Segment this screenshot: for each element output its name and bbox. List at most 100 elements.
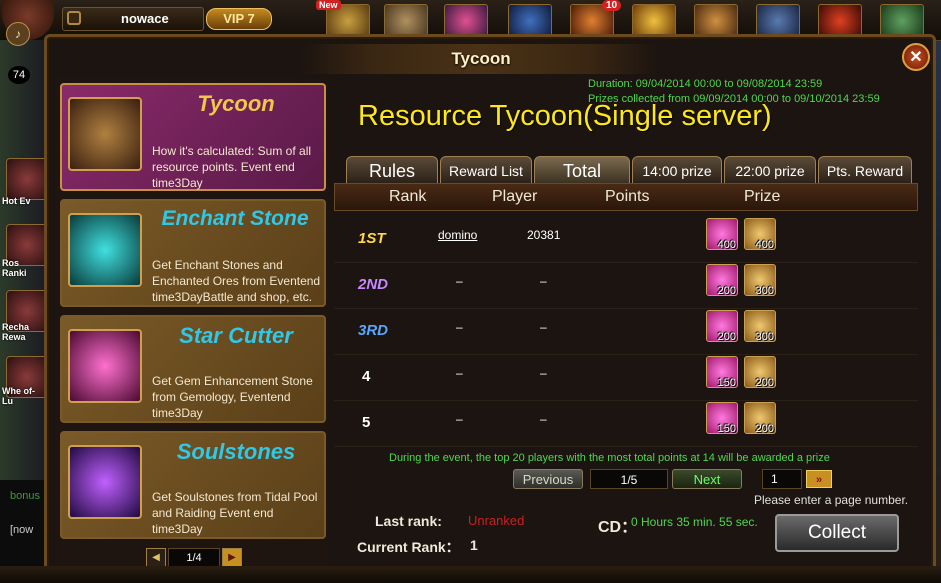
sidebar-item-label: Ros Ranki — [2, 258, 27, 278]
gems-icon[interactable] — [444, 4, 488, 38]
star-prize-icon[interactable]: 400 — [706, 218, 738, 251]
player-header: Player — [492, 188, 538, 205]
next-button[interactable]: Next — [672, 469, 742, 489]
points-cell: – — [540, 366, 547, 380]
page-hint: Please enter a page number. — [754, 493, 909, 507]
prize-quantity: 200 — [755, 377, 774, 389]
tab-rules[interactable]: Rules — [346, 156, 438, 184]
hero-icon[interactable] — [694, 4, 738, 38]
rank-header: Rank — [389, 188, 427, 205]
current-rank-value: 1 — [470, 537, 478, 553]
star-prize-icon[interactable]: 200 — [706, 310, 738, 343]
menu-square-icon[interactable] — [67, 11, 81, 25]
dragon-icon[interactable] — [818, 4, 862, 38]
tab-22-prize[interactable]: 22:00 prize — [724, 156, 816, 184]
next-page-arrow-icon[interactable]: ▶ — [222, 548, 242, 568]
event-card-title: Soulstones — [176, 439, 296, 464]
event-card-soulstones[interactable]: Soulstones Get Soulstones from Tidal Poo… — [60, 431, 326, 539]
points-cell: – — [540, 412, 547, 426]
table-row: 5 – – 150 200 — [334, 400, 918, 447]
star-prize-icon[interactable]: 150 — [706, 402, 738, 435]
star-prize-icon[interactable]: 150 — [706, 356, 738, 389]
prev-page-arrow-icon[interactable]: ◀ — [146, 548, 166, 568]
prize-quantity: 150 — [717, 377, 736, 389]
rank-cell: 3RD — [358, 322, 389, 339]
coin-prize-icon[interactable]: 200 — [744, 356, 776, 389]
soulstone-icon — [68, 445, 142, 519]
previous-button[interactable]: Previous — [513, 469, 583, 489]
event-card-title: Tycoon — [197, 91, 275, 116]
tab-pts-reward[interactable]: Pts. Reward — [818, 156, 912, 184]
event-card-desc: Get Soulstones from Tidal Pool and Raidi… — [152, 490, 318, 536]
table-row: 1ST domino 20381 400 400 — [334, 216, 918, 263]
rank-cell: 1ST — [358, 230, 386, 247]
event-card-title: Enchant Stone — [161, 207, 309, 230]
prize-quantity: 400 — [717, 239, 736, 251]
coin-prize-icon[interactable]: 400 — [744, 218, 776, 251]
event-card-desc: Get Enchant Stones and Enchanted Ores fr… — [152, 258, 321, 304]
shield-icon[interactable] — [756, 4, 800, 38]
points-cell: 20381 — [527, 228, 561, 242]
vip-badge[interactable]: VIP 7 — [206, 8, 272, 30]
new-badge: New — [316, 0, 341, 10]
prize-quantity: 400 — [755, 239, 774, 251]
prize-quantity: 200 — [717, 285, 736, 297]
star-gem-icon — [68, 329, 142, 403]
go-page-button[interactable]: » — [806, 470, 832, 488]
prize-quantity: 300 — [755, 331, 774, 343]
prize-quantity: 200 — [755, 423, 774, 435]
map-icon[interactable] — [880, 4, 924, 38]
ranking-table-header: Rank Player Points Prize — [334, 183, 918, 211]
tab-total[interactable]: Total — [534, 156, 630, 184]
player-name: nowace — [121, 11, 169, 26]
hot-event-icon[interactable] — [6, 158, 48, 200]
current-rank-label: Current Rank： — [357, 539, 460, 555]
tab-14-prize[interactable]: 14:00 prize — [632, 156, 722, 184]
prize-quantity: 300 — [755, 285, 774, 297]
prize-header: Prize — [744, 188, 781, 205]
sound-icon[interactable]: ♪ — [6, 22, 30, 46]
bottom-bar — [0, 566, 941, 583]
points-cell: – — [540, 320, 547, 334]
coin-prize-icon[interactable]: 200 — [744, 402, 776, 435]
last-rank-label: Last rank: — [375, 513, 442, 529]
event-notice: During the event, the top 20 players wit… — [389, 452, 830, 464]
chest-icon[interactable] — [384, 4, 428, 38]
event-card-desc: Get Gem Enhancement Stone from Gemology,… — [152, 374, 313, 420]
chat-line: [now — [10, 524, 34, 536]
last-rank-value: Unranked — [468, 513, 525, 528]
sidebar-item-label: Recha Rewa — [2, 322, 30, 342]
page-indicator: 1/5 — [590, 469, 668, 489]
event-card-tycoon[interactable]: Tycoon How it's calculated: Sum of all r… — [60, 83, 326, 191]
coin-prize-icon[interactable]: 300 — [744, 310, 776, 343]
window-title: Tycoon — [451, 49, 511, 68]
close-button[interactable]: ✕ — [902, 43, 930, 71]
event-headline: Resource Tycoon(Single server) — [358, 100, 772, 132]
event-list-pager: ◀ 1/4 ▶ — [146, 548, 242, 568]
star-prize-icon[interactable]: 200 — [706, 264, 738, 297]
rank-cell: 5 — [362, 414, 371, 431]
tab-reward-list[interactable]: Reward List — [440, 156, 532, 184]
level-badge: 74 — [8, 66, 30, 84]
player-cell[interactable]: domino — [438, 228, 477, 242]
cd-value: 0 Hours 35 min. 55 sec. — [631, 515, 758, 529]
prize-quantity: 150 — [717, 423, 736, 435]
table-row: 3RD – – 200 300 — [334, 308, 918, 355]
points-cell: – — [540, 274, 547, 288]
event-card-enchant-stone[interactable]: Enchant Stone Get Enchant Stones and Enc… — [60, 199, 326, 307]
event-list-page: 1/4 — [168, 548, 220, 568]
player-cell: – — [456, 320, 463, 334]
points-header: Points — [605, 188, 650, 205]
orb-icon[interactable] — [632, 4, 676, 38]
sidebar-item-label: Hot Ev — [2, 196, 31, 206]
rank-cell: 2ND — [358, 276, 389, 293]
event-card-title: Star Cutter — [179, 323, 293, 348]
coin-prize-icon[interactable]: 300 — [744, 264, 776, 297]
page-number-input[interactable] — [762, 469, 802, 489]
collect-button[interactable]: Collect — [775, 514, 899, 552]
rank-cell: 4 — [362, 368, 371, 385]
castle-icon[interactable] — [508, 4, 552, 38]
enchant-orb-icon — [68, 213, 142, 287]
event-card-star-cutter[interactable]: Star Cutter Get Gem Enhancement Stone fr… — [60, 315, 326, 423]
table-row: 4 – – 150 200 — [334, 354, 918, 401]
